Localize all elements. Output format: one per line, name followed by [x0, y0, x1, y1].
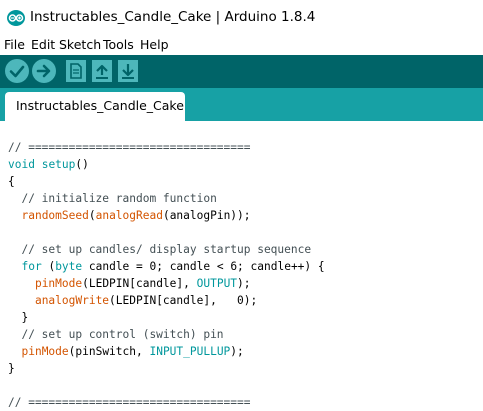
code-line[interactable]: randomSeed(analogRead(analogPin));	[8, 207, 325, 224]
menu-sketch[interactable]: Sketch	[59, 37, 101, 52]
code-text[interactable]: // ================================= void…	[8, 139, 325, 411]
code-line[interactable]: // initialize random function	[8, 190, 325, 207]
code-token: (	[41, 260, 56, 273]
code-token: INPUT_PULLUP	[149, 345, 231, 358]
menu-help[interactable]: Help	[140, 37, 169, 52]
new-icon[interactable]	[66, 60, 86, 82]
code-token: (	[88, 209, 96, 222]
code-token: );	[230, 345, 244, 358]
code-token: // set up control (switch) pin	[8, 328, 224, 341]
code-token: candle = 0; candle < 6; candle++) {	[82, 260, 325, 273]
code-token: (pinSwitch,	[68, 345, 150, 358]
code-token: (analogPin));	[162, 209, 251, 222]
code-line[interactable]: analogWrite(LEDPIN[candle], 0);	[8, 292, 325, 309]
tab-bar: Instructables_Candle_Cake	[0, 88, 483, 121]
window-title: Instructables_Candle_Cake | Arduino 1.8.…	[30, 9, 316, 25]
code-token: ()	[75, 158, 89, 171]
menu-tools[interactable]: Tools	[103, 37, 134, 52]
tab-instructables-candle-cake[interactable]: Instructables_Candle_Cake	[5, 92, 185, 121]
code-line[interactable]: // =================================	[8, 139, 325, 156]
arduino-logo-icon	[7, 10, 25, 26]
code-token: (LEDPIN[candle],	[82, 277, 197, 290]
code-token: void	[8, 158, 35, 171]
code-editor[interactable]: // ================================= void…	[0, 121, 483, 409]
code-line[interactable]: pinMode(LEDPIN[candle], OUTPUT);	[8, 275, 325, 292]
code-line[interactable]: // =================================	[8, 394, 325, 411]
code-line[interactable]: // set up candles/ display startup seque…	[8, 241, 325, 258]
code-token: setup	[41, 158, 76, 171]
code-line[interactable]: // set up control (switch) pin	[8, 326, 325, 343]
code-token: randomSeed	[21, 209, 89, 222]
verify-icon[interactable]	[5, 59, 29, 83]
code-token: pinMode	[21, 345, 69, 358]
toolbar	[0, 55, 483, 88]
save-icon[interactable]	[118, 60, 138, 82]
code-token: {	[8, 175, 15, 188]
code-token: );	[237, 277, 251, 290]
code-token: }	[8, 311, 29, 324]
code-token: // set up candles/ display startup seque…	[8, 243, 312, 256]
code-token: }	[8, 362, 15, 375]
upload-icon[interactable]	[32, 59, 56, 83]
code-token: byte	[55, 260, 83, 273]
code-token: OUTPUT	[196, 277, 238, 290]
menu-file[interactable]: File	[4, 37, 25, 52]
code-token: // =================================	[8, 141, 251, 154]
code-line[interactable]	[8, 224, 325, 241]
code-line[interactable]	[8, 377, 325, 394]
code-line[interactable]: }	[8, 360, 325, 377]
code-line[interactable]: {	[8, 173, 325, 190]
code-token: pinMode	[34, 277, 83, 290]
menu-bar: File Edit Sketch Tools Help	[0, 36, 483, 55]
tab-label: Instructables_Candle_Cake	[16, 98, 184, 113]
code-line[interactable]: pinMode(pinSwitch, INPUT_PULLUP);	[8, 343, 325, 360]
code-token: (LEDPIN[candle], 0);	[109, 294, 258, 307]
menu-edit[interactable]: Edit	[31, 37, 55, 52]
open-icon[interactable]	[92, 60, 112, 82]
code-line[interactable]: for (byte candle = 0; candle < 6; candle…	[8, 258, 325, 275]
code-line[interactable]: }	[8, 309, 325, 326]
code-token: analogRead	[95, 209, 163, 222]
title-bar: Instructables_Candle_Cake | Arduino 1.8.…	[0, 0, 483, 36]
code-line[interactable]: void setup()	[8, 156, 325, 173]
code-token: analogWrite	[34, 294, 110, 307]
code-token: // initialize random function	[8, 192, 217, 205]
code-token: for	[21, 260, 42, 273]
code-token: // =================================	[8, 396, 251, 409]
